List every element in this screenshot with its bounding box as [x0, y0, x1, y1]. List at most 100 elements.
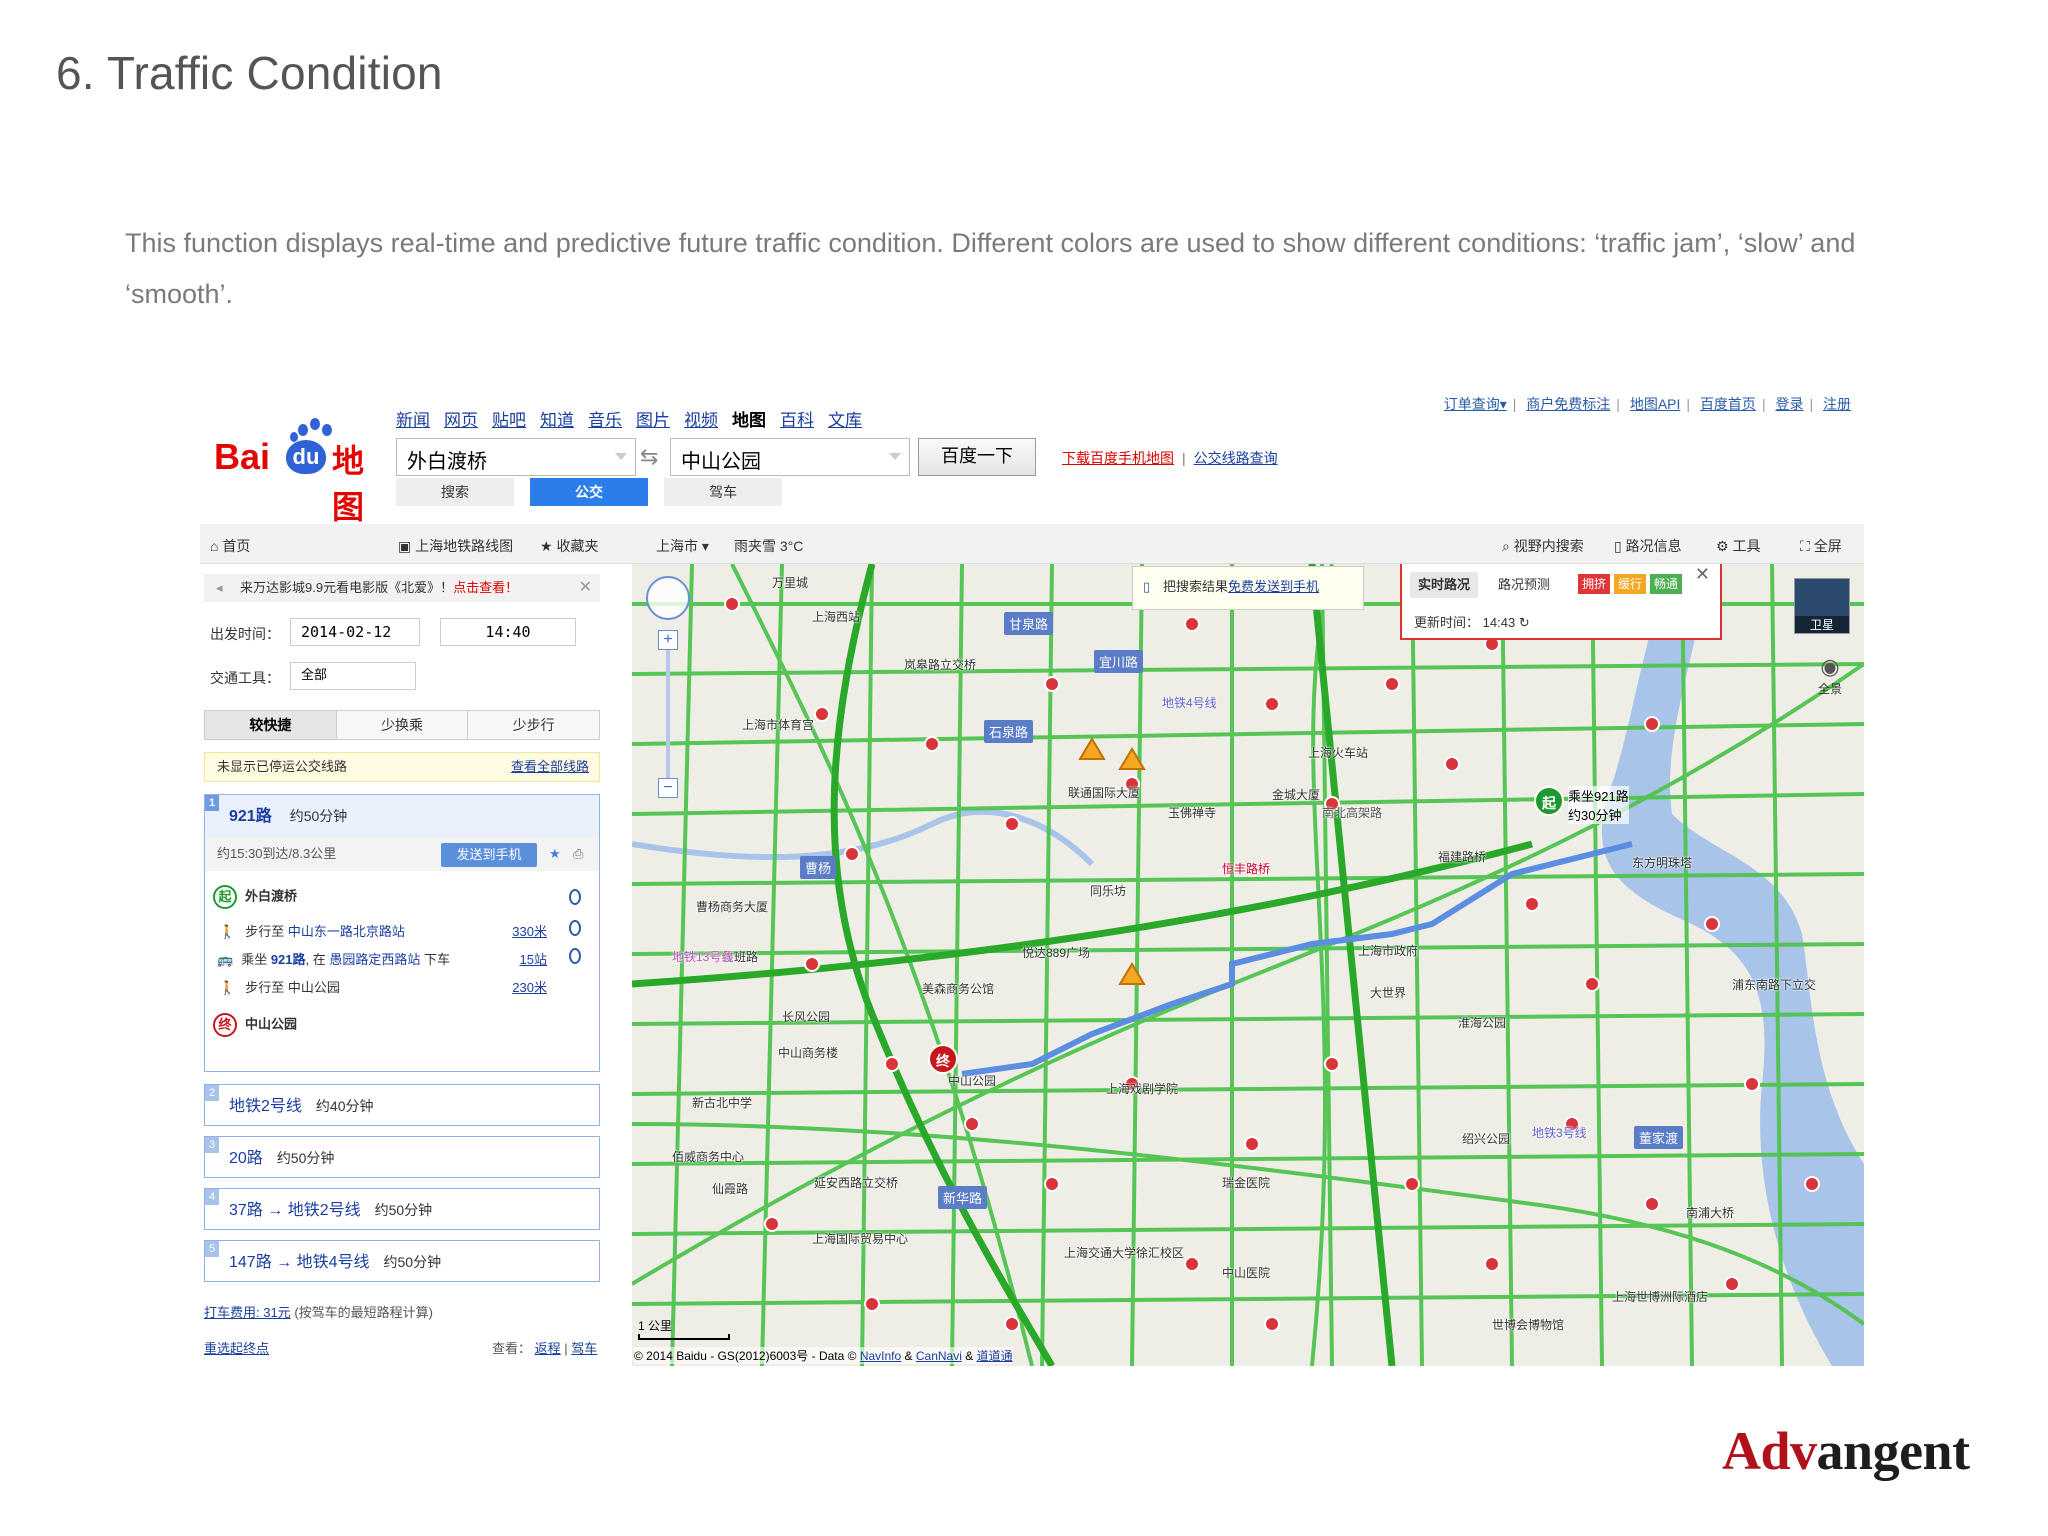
brand-rest: angent: [1816, 1421, 1971, 1481]
route-1-name: 921路: [229, 808, 272, 825]
home-link[interactable]: ⌂ 首页: [210, 536, 250, 556]
return-trip-link[interactable]: 返程: [535, 1341, 561, 1356]
swap-icon[interactable]: ⇆: [640, 444, 658, 470]
send-to-phone-button[interactable]: 发送到手机: [441, 843, 537, 867]
map-canvas[interactable]: + − ▯ 把搜索结果免费发送到手机 实时路况 路况预测 拥挤 缓行 畅通 ✕ …: [632, 564, 1864, 1366]
top-link-login[interactable]: 登录: [1775, 396, 1803, 412]
zoom-slider[interactable]: [666, 650, 670, 778]
fullscreen-button[interactable]: ⛶ 全屏: [1800, 536, 1842, 556]
pan-control[interactable]: [646, 576, 690, 620]
taxi-fare-link[interactable]: 打车费用: 31元: [204, 1305, 291, 1320]
map-pin-icon[interactable]: [569, 948, 581, 964]
nav-video[interactable]: 视频: [684, 411, 718, 430]
zoom-out-button[interactable]: −: [658, 778, 678, 798]
nav-zhidao[interactable]: 知道: [540, 411, 574, 430]
print-icon[interactable]: ⎙: [573, 837, 583, 871]
top-link-map-api[interactable]: 地图API: [1630, 396, 1681, 412]
close-icon[interactable]: ✕: [1695, 564, 1710, 585]
view-search-button[interactable]: ⌕ 视野内搜索: [1502, 536, 1584, 556]
route-step-bus[interactable]: 🚌 乘坐 921路, 在 愚园路定西路站 下车 15站: [213, 948, 593, 968]
star-icon: ★: [540, 538, 553, 554]
tab-drive[interactable]: 驾车: [664, 478, 782, 506]
from-input[interactable]: 外白渡桥: [396, 438, 636, 476]
end-marker[interactable]: 终: [928, 1044, 958, 1074]
route-option-1[interactable]: 1 921路 约50分钟 约15:30到达/8.3公里 发送到手机 ★ ⎙ 起外白…: [204, 794, 600, 1072]
city-selector[interactable]: 上海市 ▾: [656, 536, 709, 556]
sort-less-walking[interactable]: 少步行: [468, 711, 600, 739]
to-input[interactable]: 中山公园: [670, 438, 910, 476]
reselect-link[interactable]: 重选起终点: [204, 1341, 269, 1356]
traffic-panel: 实时路况 路况预测 拥挤 缓行 畅通 ✕ 更新时间： 14:43 ↻: [1400, 564, 1722, 640]
route-step-walk-1[interactable]: 🚶 步行至 中山东一路北京路站 330米: [213, 920, 593, 940]
sidebar-footer: 重选起终点 查看： 返程 | 驾车: [204, 1341, 598, 1356]
star-icon[interactable]: ★: [549, 837, 561, 871]
tab-realtime-traffic[interactable]: 实时路况: [1410, 572, 1479, 598]
route-option-4[interactable]: 4 37路 → 地铁2号线 约50分钟: [204, 1188, 600, 1230]
route-option-5[interactable]: 5 147路 → 地铁4号线 约50分钟: [204, 1240, 600, 1282]
tab-transit[interactable]: 公交: [530, 478, 648, 506]
refresh-icon[interactable]: ↻: [1519, 615, 1530, 630]
start-marker-icon: 起: [213, 885, 237, 909]
depart-time-field[interactable]: 14:40: [440, 618, 576, 646]
brand-prefix: Adv: [1722, 1421, 1817, 1481]
copyright-link[interactable]: NavInfo: [860, 1349, 901, 1363]
nav-wenku[interactable]: 文库: [828, 411, 862, 430]
route-1-header[interactable]: 1 921路 约50分钟: [205, 795, 599, 837]
map-label: 地铁3号线: [1532, 1126, 1587, 1140]
from-dropdown-icon[interactable]: [615, 453, 627, 460]
transit-query-link[interactable]: 公交线路查询: [1194, 450, 1278, 466]
close-icon[interactable]: ✕: [579, 574, 592, 602]
nav-images[interactable]: 图片: [636, 411, 670, 430]
map-pin-icon[interactable]: [569, 889, 581, 905]
start-marker[interactable]: 起: [1534, 786, 1564, 816]
nav-tieba[interactable]: 贴吧: [492, 411, 526, 430]
copyright-link[interactable]: 道道通: [977, 1349, 1013, 1363]
traffic-info-button[interactable]: ▯ 路况信息: [1614, 536, 1682, 556]
ad-link[interactable]: 点击查看！: [453, 580, 518, 595]
baidu-map-logo[interactable]: Bai du 地图: [214, 414, 394, 526]
search-icon: ⌕: [1502, 538, 1510, 554]
nav-news[interactable]: 新闻: [396, 411, 430, 430]
nav-map[interactable]: 地图: [732, 411, 766, 430]
map-pin-icon[interactable]: [569, 920, 581, 936]
map-label: 上海西站: [812, 610, 861, 624]
nav-baike[interactable]: 百科: [780, 411, 814, 430]
sort-fewer-transfers[interactable]: 少换乘: [336, 711, 469, 739]
sort-fastest[interactable]: 较快捷: [205, 711, 337, 739]
top-link-merchant[interactable]: 商户免费标注: [1526, 396, 1610, 412]
map-label: 中山医院: [1222, 1266, 1271, 1280]
depart-label: 出发时间：: [210, 626, 280, 642]
slide-title: 6. Traffic Condition: [56, 47, 443, 99]
view-all-lines-link[interactable]: 查看全部线路: [511, 753, 589, 781]
tab-traffic-forecast[interactable]: 路况预测: [1490, 572, 1558, 598]
route-step-walk-2[interactable]: 🚶 步行至 中山公园 230米: [213, 977, 593, 996]
copyright-link[interactable]: CanNavi: [916, 1349, 962, 1363]
satellite-toggle[interactable]: 卫星: [1794, 578, 1850, 634]
transport-select[interactable]: 全部: [290, 662, 416, 690]
top-links: 订单查询▾ | 商户免费标注 | 地图API | 百度首页 | 登录 | 注册: [1443, 396, 1851, 412]
top-link-register[interactable]: 注册: [1823, 396, 1851, 412]
search-button[interactable]: 百度一下: [918, 438, 1036, 476]
top-link-baidu-home[interactable]: 百度首页: [1700, 396, 1756, 412]
send-free-link[interactable]: 免费发送到手机: [1228, 579, 1319, 594]
tools-button[interactable]: ⚙ 工具: [1716, 536, 1760, 556]
panorama-toggle[interactable]: ◉ 全景: [1818, 654, 1842, 697]
ad-banner[interactable]: ◂ 来万达影城9.9元看电影版《北爱》！点击查看！ ✕: [204, 574, 600, 602]
traffic-icon: ▯: [1614, 538, 1622, 554]
map-label: 地铁4号线: [1162, 696, 1217, 710]
drive-link[interactable]: 驾车: [571, 1341, 597, 1356]
route-duration: 约50分钟: [374, 1202, 433, 1218]
depart-date-field[interactable]: 2014-02-12: [290, 618, 420, 646]
nav-web[interactable]: 网页: [444, 411, 478, 430]
top-link-orders[interactable]: 订单查询▾: [1444, 396, 1507, 412]
route-option-2[interactable]: 2 地铁2号线 约40分钟: [204, 1084, 600, 1126]
nav-music[interactable]: 音乐: [588, 411, 622, 430]
download-app-link[interactable]: 下载百度手机地图: [1062, 450, 1174, 466]
zoom-in-button[interactable]: +: [658, 630, 678, 650]
favorites-link[interactable]: ★ 收藏夹: [540, 536, 598, 556]
route-option-3[interactable]: 3 20路 约50分钟: [204, 1136, 600, 1178]
metro-map-link[interactable]: ▣ 上海地铁路线图: [398, 536, 513, 556]
sort-options: 较快捷 少换乘 少步行: [204, 710, 600, 740]
to-dropdown-icon[interactable]: [889, 453, 901, 460]
tab-search[interactable]: 搜索: [396, 478, 514, 506]
